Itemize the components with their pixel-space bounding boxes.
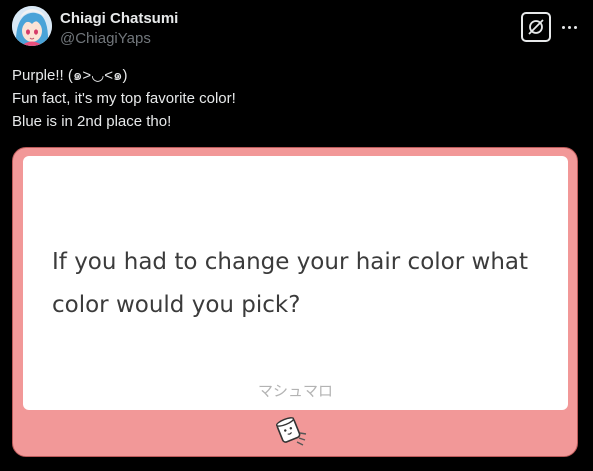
grok-icon[interactable] bbox=[521, 12, 551, 42]
tweet-header: Chiagi Chatsumi @ChiagiYaps bbox=[12, 6, 579, 50]
tweet-post: Chiagi Chatsumi @ChiagiYaps Purple!! (๑>… bbox=[0, 0, 593, 471]
marshmallow-icon bbox=[275, 414, 309, 448]
author-info: Chiagi Chatsumi @ChiagiYaps bbox=[60, 10, 178, 48]
author-handle[interactable]: @ChiagiYaps bbox=[60, 30, 178, 48]
more-icon[interactable] bbox=[559, 12, 579, 42]
question-text: If you had to change your hair color wha… bbox=[52, 249, 529, 318]
display-name[interactable]: Chiagi Chatsumi bbox=[60, 10, 178, 28]
brand-label: マシュマロ bbox=[257, 383, 333, 400]
marshmallow-card[interactable]: If you had to change your hair color wha… bbox=[12, 147, 578, 457]
avatar[interactable] bbox=[12, 6, 52, 46]
tweet-line-1: Purple!! (๑>◡<๑) bbox=[12, 67, 128, 84]
tweet-line-3: Blue is in 2nd place tho! bbox=[12, 113, 172, 130]
question-panel: If you had to change your hair color wha… bbox=[23, 156, 568, 410]
tweet-line-2: Fun fact, it's my top favorite color! bbox=[12, 90, 236, 107]
tweet-text: Purple!! (๑>◡<๑) Fun fact, it's my top f… bbox=[12, 64, 581, 133]
